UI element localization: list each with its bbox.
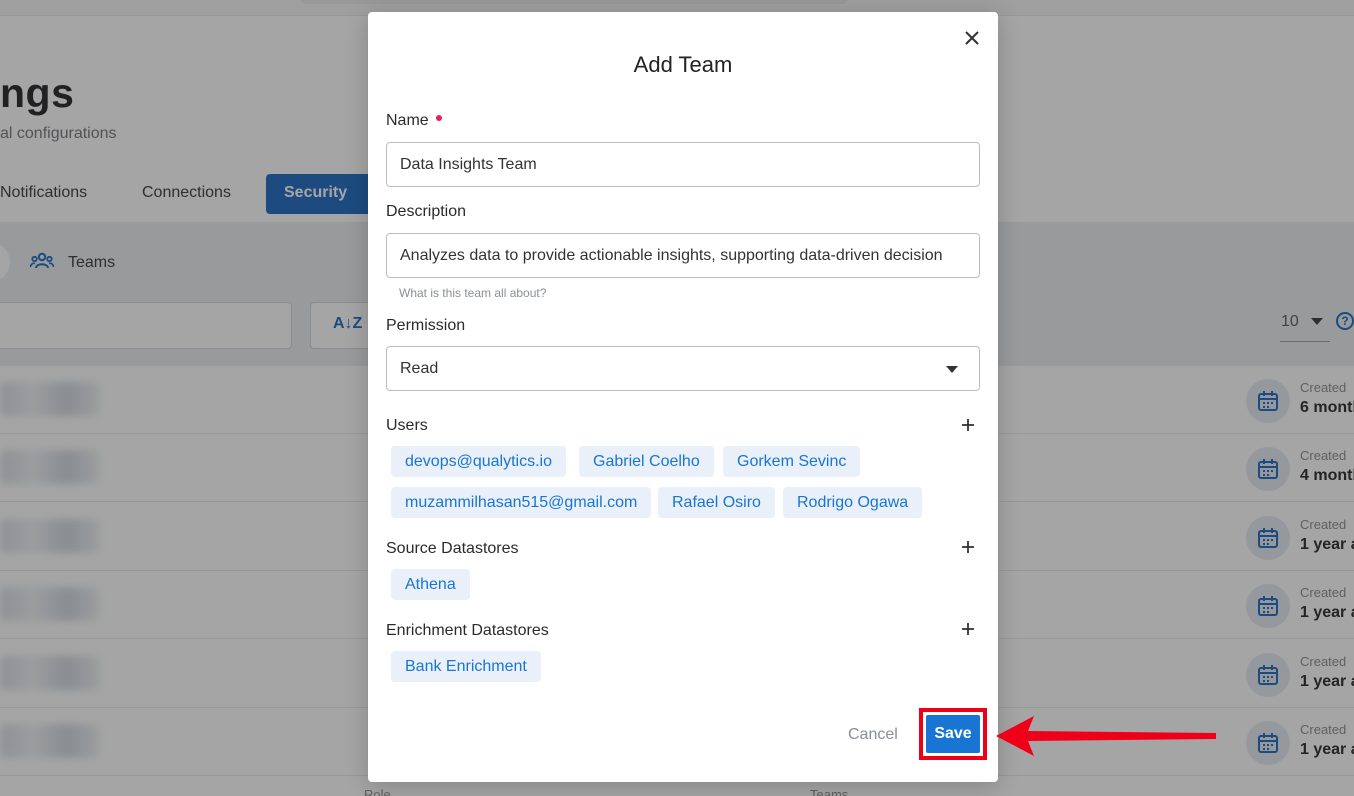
user-chip[interactable]: devops@qualytics.io — [391, 446, 566, 477]
description-helper: What is this team all about? — [399, 286, 547, 300]
enrichment-datastores-label: Enrichment Datastores — [386, 622, 549, 639]
user-chip[interactable]: Rodrigo Ogawa — [783, 487, 923, 518]
permission-select[interactable]: Read — [386, 346, 980, 391]
required-indicator — [436, 115, 442, 121]
caret-down-icon — [946, 366, 958, 373]
close-icon[interactable] — [962, 28, 982, 48]
user-chip[interactable]: Gabriel Coelho — [579, 446, 714, 477]
user-chip[interactable]: Rafael Osiro — [658, 487, 775, 518]
name-field[interactable]: Data Insights Team — [386, 142, 980, 187]
source-datastore-chip[interactable]: Athena — [391, 569, 470, 600]
description-field-value: Analyzes data to provide actionable insi… — [400, 247, 943, 264]
add-source-datastore-icon[interactable] — [960, 539, 976, 555]
permission-select-value: Read — [400, 360, 439, 377]
cancel-button[interactable]: Cancel — [848, 726, 898, 744]
name-label: Name — [386, 112, 429, 129]
permission-label: Permission — [386, 317, 466, 334]
add-user-icon[interactable] — [960, 417, 976, 433]
description-label: Description — [386, 203, 467, 220]
arrow-icon — [996, 716, 1216, 756]
dialog-title: Add Team — [633, 52, 733, 77]
description-field[interactable]: Analyzes data to provide actionable insi… — [386, 233, 980, 278]
users-label: Users — [386, 417, 428, 434]
name-field-value: Data Insights Team — [400, 156, 537, 173]
source-datastores-label: Source Datastores — [386, 540, 519, 557]
add-enrichment-datastore-icon[interactable] — [960, 621, 976, 637]
user-chip[interactable]: muzammilhasan515@gmail.com — [391, 487, 652, 518]
user-chip[interactable]: Gorkem Sevinc — [723, 446, 861, 477]
add-team-dialog: Add Team Name Data Insights Team Descrip… — [368, 12, 998, 782]
enrichment-datastore-chip[interactable]: Bank Enrichment — [391, 651, 541, 682]
save-button[interactable]: Save — [926, 715, 980, 753]
